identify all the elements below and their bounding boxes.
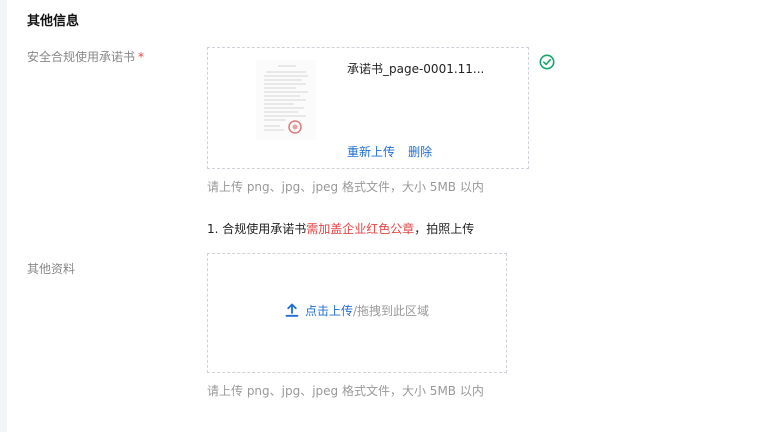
note-suffix: ，拍照上传 — [414, 222, 475, 236]
compliance-label-text: 安全合规使用承诺书 — [27, 50, 136, 64]
other-upload-dropzone[interactable]: 点击上传/拖拽到此区域 — [207, 253, 507, 373]
click-upload-link[interactable]: 点击上传 — [305, 304, 353, 318]
section-title: 其他信息 — [27, 14, 80, 29]
reupload-button[interactable]: 重新上传 — [347, 145, 395, 159]
note-highlight: 需加盖企业红色公章 — [306, 222, 415, 236]
required-mark: * — [138, 50, 145, 64]
dropzone-content: 点击上传/拖拽到此区域 — [208, 302, 506, 319]
document-thumbnail — [256, 60, 316, 140]
delete-button[interactable]: 删除 — [408, 145, 432, 159]
compliance-note: 1. 合规使用承诺书需加盖企业红色公章，拍照上传 — [207, 220, 474, 237]
other-label: 其他资料 — [27, 262, 76, 276]
upload-icon — [285, 303, 299, 317]
left-gutter — [0, 0, 7, 432]
file-actions: 重新上传 删除 — [347, 141, 432, 160]
compliance-upload-box[interactable]: 承诺书_page-0001.11... 重新上传 删除 — [207, 47, 529, 169]
other-hint: 请上传 png、jpg、jpeg 格式文件，大小 5MB 以内 — [207, 384, 484, 398]
file-name: 承诺书_page-0001.11... — [347, 62, 485, 76]
upload-success-icon — [539, 54, 555, 70]
note-prefix: 1. 合规使用承诺书 — [207, 222, 307, 236]
compliance-hint: 请上传 png、jpg、jpeg 格式文件，大小 5MB 以内 — [207, 180, 484, 194]
drag-hint-text: /拖拽到此区域 — [352, 304, 430, 318]
compliance-label: 安全合规使用承诺书 * — [27, 48, 144, 65]
